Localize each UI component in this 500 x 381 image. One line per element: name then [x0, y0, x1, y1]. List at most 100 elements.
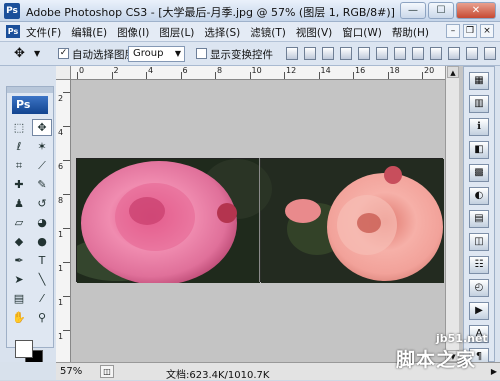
status-menu-icon[interactable]: ◫: [100, 365, 114, 378]
ruler-tick: [63, 296, 70, 297]
zoom-tool-icon[interactable]: ⚲: [32, 309, 52, 326]
type-tool-icon[interactable]: T: [32, 252, 52, 269]
doc-minimize-icon[interactable]: –: [446, 24, 460, 38]
clone-stamp-tool-icon[interactable]: ♟: [9, 195, 29, 212]
distribute-right-icon[interactable]: [484, 47, 496, 60]
history-icon[interactable]: ◴: [469, 279, 489, 297]
line-tool-icon[interactable]: ╲: [32, 271, 52, 288]
histogram-icon[interactable]: ▥: [469, 95, 489, 113]
ruler-origin[interactable]: [56, 66, 71, 80]
ruler-tick: [63, 262, 70, 263]
menu-image[interactable]: 图像(I): [117, 25, 149, 40]
foreground-color-swatch[interactable]: [15, 340, 33, 358]
ruler-label: 1: [58, 230, 64, 239]
distribute-bottom-icon[interactable]: [430, 47, 442, 60]
options-bar: ✥ ▼ ✓ 自动选择图层 Group ▼ 显示变换控件: [0, 42, 500, 66]
menu-select[interactable]: 选择(S): [204, 25, 240, 40]
lasso-tool-icon[interactable]: ℓ: [9, 138, 29, 155]
magic-wand-tool-icon[interactable]: ✶: [32, 138, 52, 155]
watermark-brand: 脚本之家: [396, 349, 477, 371]
watermark: jb51.net 脚本之家: [396, 332, 488, 372]
distribute-top-icon[interactable]: [394, 47, 406, 60]
align-hcenter-icon[interactable]: [358, 47, 370, 60]
scroll-up-icon[interactable]: ▲: [447, 66, 459, 78]
align-bottom-icon[interactable]: [322, 47, 334, 60]
align-left-icon[interactable]: [340, 47, 352, 60]
distribute-left-icon[interactable]: [448, 47, 460, 60]
title-bar: Ps Adobe Photoshop CS3 - [大学最后-月季.jpg @ …: [0, 0, 500, 22]
notes-tool-icon[interactable]: ▤: [9, 290, 29, 307]
menu-edit[interactable]: 编辑(E): [71, 25, 107, 40]
eyedropper-tool-icon[interactable]: ⁄: [32, 290, 52, 307]
move-tool-preset-icon[interactable]: ✥: [14, 46, 25, 61]
ruler-label: 4: [58, 128, 64, 137]
scroll-right-icon[interactable]: ▶: [488, 365, 500, 378]
distribute-vcenter-icon[interactable]: [412, 47, 424, 60]
ruler-label: 0: [79, 66, 85, 75]
info-icon[interactable]: ℹ: [469, 118, 489, 136]
image-divider: [259, 158, 260, 282]
move-tool-icon[interactable]: ✥: [32, 119, 52, 136]
tool-grid: ⬚ ✥ ℓ ✶ ⌗ ⟋ ✚ ✎ ♟ ↺ ▱ ◕ ◆ ● ✒ T ➤ ╲ ▤ ⁄ ✋ ⚲: [7, 117, 53, 328]
layers-icon[interactable]: ▤: [469, 210, 489, 228]
minimize-button[interactable]: —: [400, 2, 426, 19]
menu-layer[interactable]: 图层(L): [159, 25, 194, 40]
crop-tool-icon[interactable]: ⌗: [9, 157, 29, 174]
align-icons-group: [286, 47, 496, 60]
pen-tool-icon[interactable]: ✒: [9, 252, 29, 269]
channels-icon[interactable]: ◫: [469, 233, 489, 251]
ruler-tick: [249, 72, 251, 79]
auto-select-dropdown[interactable]: Group ▼: [128, 46, 185, 62]
history-brush-tool-icon[interactable]: ↺: [32, 195, 52, 212]
horizontal-ruler[interactable]: 0 2 4 6 8 10 12 14 16 18 20: [71, 66, 445, 80]
align-top-icon[interactable]: [286, 47, 298, 60]
align-vcenter-icon[interactable]: [304, 47, 316, 60]
zoom-level[interactable]: 57%: [60, 366, 82, 377]
ruler-tick: [63, 228, 70, 229]
slice-tool-icon[interactable]: ⟋: [32, 157, 52, 174]
navigator-icon[interactable]: ▦: [469, 72, 489, 90]
menu-view[interactable]: 视图(V): [296, 25, 332, 40]
dodge-tool-icon[interactable]: ●: [32, 233, 52, 250]
actions-icon[interactable]: ▶: [469, 302, 489, 320]
ruler-label: 1: [58, 298, 64, 307]
ruler-label: 1: [58, 264, 64, 273]
menu-file[interactable]: 文件(F): [26, 25, 61, 40]
paint-bucket-tool-icon[interactable]: ◕: [32, 214, 52, 231]
marquee-tool-icon[interactable]: ⬚: [9, 119, 29, 136]
ruler-tick: [77, 72, 78, 79]
panel-grip[interactable]: [7, 87, 53, 93]
distribute-hcenter-icon[interactable]: [466, 47, 478, 60]
eraser-tool-icon[interactable]: ▱: [9, 214, 29, 231]
hand-tool-icon[interactable]: ✋: [9, 309, 29, 326]
ruler-tick: [180, 72, 182, 79]
vertical-scrollbar[interactable]: ▲ ▼: [445, 66, 459, 362]
brush-tool-icon[interactable]: ✎: [32, 176, 52, 193]
menu-help[interactable]: 帮助(H): [392, 25, 429, 40]
doc-restore-icon[interactable]: ❐: [463, 24, 477, 38]
maximize-button[interactable]: ☐: [428, 2, 454, 19]
panel-dock: ▦ ▥ ℹ ◧ ▩ ◐ ▤ ◫ ☷ ◴ ▶ A ¶: [463, 66, 495, 366]
blur-tool-icon[interactable]: ◆: [9, 233, 29, 250]
healing-brush-tool-icon[interactable]: ✚: [9, 176, 29, 193]
path-selection-tool-icon[interactable]: ➤: [9, 271, 29, 288]
paths-icon[interactable]: ☷: [469, 256, 489, 274]
ruler-tick: [146, 72, 147, 79]
styles-icon[interactable]: ◐: [469, 187, 489, 205]
menu-filter[interactable]: 滤镜(T): [250, 25, 286, 40]
ruler-tick: [422, 72, 423, 79]
chevron-down-icon[interactable]: ▼: [34, 49, 40, 58]
document-app-icon[interactable]: Ps: [6, 25, 20, 38]
align-right-icon[interactable]: [376, 47, 388, 60]
show-transform-checkbox[interactable]: [196, 48, 207, 59]
ruler-label: 8: [58, 196, 64, 205]
ruler-label: 20: [424, 66, 435, 75]
auto-select-checkbox[interactable]: ✓: [58, 48, 69, 59]
swatches-icon[interactable]: ▩: [469, 164, 489, 182]
doc-close-icon[interactable]: ×: [480, 24, 494, 38]
vertical-ruler[interactable]: 2 4 6 8 1 1 1 1: [56, 80, 71, 362]
color-icon[interactable]: ◧: [469, 141, 489, 159]
menu-window[interactable]: 窗口(W): [342, 25, 382, 40]
ruler-label: 4: [148, 66, 154, 75]
close-button[interactable]: ✕: [456, 2, 496, 19]
